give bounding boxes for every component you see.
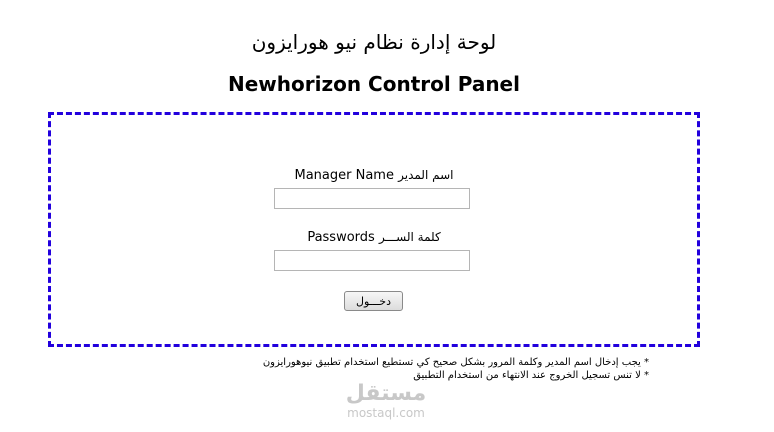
password-label-en: Passwords [307,230,375,245]
instructions-notes: * يجب إدخال اسم المدير وكلمة المرور بشكل… [200,356,649,382]
login-form-box: Manager Name اسم المدير Passwords كلمة ا… [48,112,700,347]
login-button[interactable]: دخـــول [344,291,403,311]
password-input[interactable] [274,250,470,271]
manager-name-label-en: Manager Name [294,168,394,183]
login-page: لوحة إدارة نظام نيو هورايزون Newhorizon … [0,0,774,432]
note-line: * يجب إدخال اسم المدير وكلمة المرور بشكل… [262,357,649,368]
manager-name-label: Manager Name اسم المدير [51,168,697,183]
watermark-text-ar: مستقل [345,381,427,406]
page-title-arabic: لوحة إدارة نظام نيو هورايزون [251,30,497,54]
page-title-english: Newhorizon Control Panel [228,72,520,96]
password-label: Passwords كلمة الســـر [51,230,697,245]
manager-name-label-ar: اسم المدير [398,168,454,182]
watermark-text-en: mostaql.com [347,406,425,420]
password-label-ar: كلمة الســـر [378,230,441,244]
manager-name-input[interactable] [274,188,470,209]
mostaql-watermark: مستقل mostaql.com [336,381,436,421]
